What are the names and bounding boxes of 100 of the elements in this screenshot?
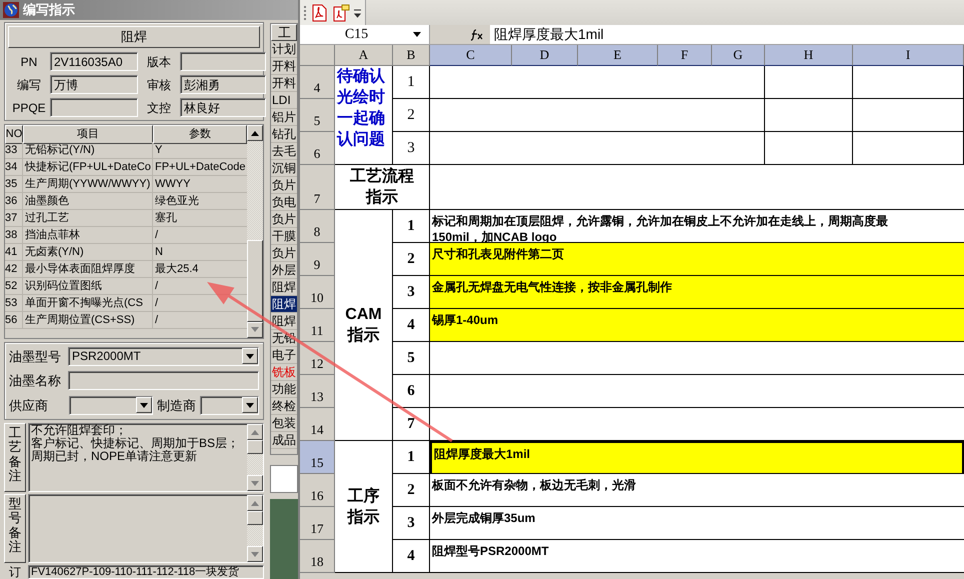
step-item[interactable]: 无铅 [271,330,297,347]
column-header[interactable]: I [853,45,964,66]
combo-box[interactable]: PSR2000MT [68,346,259,366]
table-cell[interactable] [765,66,853,99]
step-item[interactable]: 负片 [271,211,297,228]
toolbar-overflow-icon[interactable] [354,6,361,18]
step-item[interactable]: 负片 [271,245,297,262]
row-header[interactable]: 8 [300,210,335,243]
step-item[interactable]: 成品 [271,432,297,449]
column-header[interactable]: A [335,45,393,66]
step-item[interactable]: 铝片 [271,109,297,126]
column-header[interactable]: H [765,45,853,66]
text-field[interactable]: 万博 [50,75,138,94]
row-header[interactable]: 13 [300,375,335,408]
column-header[interactable]: E [578,45,658,66]
instruction-cell[interactable]: 金属孔无焊盘无电气性连接，按非金属孔制作 [430,276,964,309]
column-header[interactable]: NO [5,125,23,144]
row-header[interactable]: 14 [300,408,335,441]
instruction-cell[interactable] [430,375,964,408]
scroll-thumb[interactable] [247,440,263,454]
step-item[interactable]: 外层 [271,262,297,279]
text-field[interactable] [180,52,266,71]
row-header[interactable]: 4 [300,66,335,99]
order-field[interactable]: FV140627P-109-110-111-112-118一块发货 [28,565,264,579]
table-cell[interactable] [853,99,964,132]
instruction-cell[interactable]: 阻焊型号PSR2000MT [430,540,964,573]
column-header[interactable]: D [512,45,578,66]
row-header[interactable]: 11 [300,309,335,342]
remark-textarea[interactable] [28,494,264,563]
row-header[interactable]: 16 [300,474,335,507]
column-header[interactable]: G [712,45,765,66]
text-field[interactable] [50,98,138,117]
dropdown-arrow-button[interactable] [242,397,258,414]
formula-bar[interactable]: 阻焊厚度最大1mil [490,24,964,45]
table-cell[interactable] [853,66,964,99]
row-header[interactable]: 15 [300,441,335,474]
step-item[interactable]: 负电 [271,194,297,211]
text-field[interactable] [270,465,298,493]
table-cell[interactable] [430,132,765,165]
table-cell[interactable] [430,99,765,132]
scrollbar[interactable] [247,125,263,338]
instruction-cell[interactable]: 尺寸和孔表见附件第二页 [430,243,964,276]
step-item[interactable]: 干膜 [271,228,297,245]
table-cell[interactable] [430,165,964,210]
function-icon[interactable] [470,28,484,40]
step-item[interactable]: 去毛 [271,143,297,160]
row-header[interactable]: 6 [300,132,335,165]
remark-textarea[interactable]: 不允许阻焊套印； 客户标记、快捷标记、周期加于BS层； 周期已封，NOPE单请注意更新 [28,423,264,492]
column-header[interactable]: B [393,45,430,66]
instruction-cell[interactable]: 锡厚1-40um [430,309,964,342]
text-field[interactable]: 2V116035A0 [50,52,138,71]
step-item[interactable]: 阻焊 [271,313,297,330]
dropdown-arrow-button[interactable] [242,348,258,364]
step-item[interactable]: 电子 [271,347,297,364]
row-header[interactable]: 10 [300,276,335,309]
column-header[interactable]: 项目 [23,125,153,144]
row-header[interactable]: 7 [300,165,335,210]
row-header[interactable]: 18 [300,540,335,573]
select-all-corner[interactable] [300,45,335,66]
step-item[interactable]: 阻焊 [271,296,297,313]
step-item[interactable]: 开料 [271,75,297,92]
scrollbar[interactable] [247,424,263,491]
document-icon[interactable] [310,4,328,22]
scrollbar[interactable] [247,495,263,562]
scroll-thumb[interactable] [247,511,263,525]
instruction-cell[interactable]: 外层完成铜厚35um [430,507,964,540]
table-cell[interactable] [765,99,853,132]
row-header[interactable]: 9 [300,243,335,276]
document-comment-icon[interactable] [332,4,350,22]
row-header[interactable]: 5 [300,99,335,132]
scroll-thumb[interactable] [247,240,263,322]
step-item[interactable]: 终检 [271,398,297,415]
combo-box[interactable] [200,396,259,415]
column-header[interactable]: C [430,45,512,66]
row-header[interactable]: 17 [300,507,335,540]
dropdown-arrow-button[interactable] [136,397,152,414]
step-item[interactable]: 计划 [271,41,297,58]
text-field[interactable]: 林良好 [180,98,266,117]
step-item[interactable]: LDI [271,92,297,109]
step-item[interactable]: 钻孔 [271,126,297,143]
instruction-cell[interactable] [430,408,964,441]
text-field[interactable] [68,371,259,390]
column-header[interactable]: 工 [271,24,297,41]
step-item[interactable]: 开料 [271,58,297,75]
step-item[interactable]: 功能 [271,381,297,398]
instruction-cell[interactable] [430,342,964,375]
table-cell[interactable] [853,132,964,165]
step-item[interactable]: 负片 [271,177,297,194]
text-field[interactable]: 彭湘勇 [180,75,266,94]
caret-down-icon[interactable] [413,32,421,37]
column-header[interactable]: F [658,45,712,66]
table-cell[interactable] [430,66,765,99]
step-item[interactable]: 包装 [271,415,297,432]
step-item[interactable]: 沉铜 [271,160,297,177]
combo-box[interactable] [69,396,153,415]
column-header[interactable]: 参数 [153,125,247,144]
name-box[interactable]: C15 [300,24,413,45]
instruction-cell[interactable]: 阻焊厚度最大1mil [430,441,964,474]
table-cell[interactable] [765,132,853,165]
instruction-cell[interactable]: 板面不允许有杂物，板边无毛刺，光滑 [430,474,964,507]
